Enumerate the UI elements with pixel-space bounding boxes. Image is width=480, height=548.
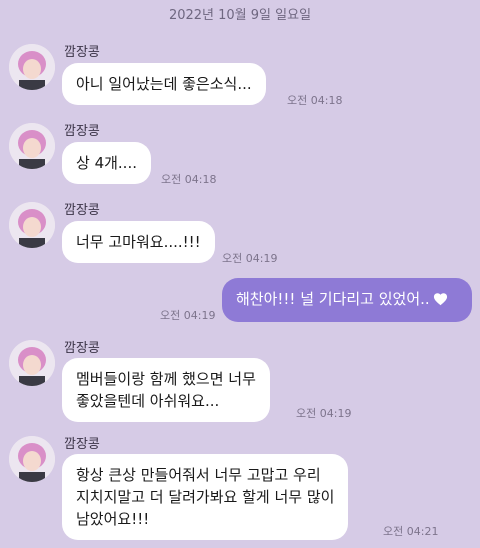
message-bubble[interactable]: 멤버들이랑 함께 했으면 너무 좋았을텐데 아쉬워요...	[62, 358, 270, 422]
message-time: 오전 04:18	[161, 173, 217, 186]
message-text: 해찬아!!! 널 기다리고 있었어..	[236, 290, 430, 308]
message-time: 오전 04:19	[222, 252, 278, 265]
message-time: 오전 04:21	[383, 525, 439, 538]
sender-name: 깜장콩	[64, 124, 100, 139]
outgoing-message-bubble[interactable]: 해찬아!!! 널 기다리고 있었어..	[222, 278, 472, 322]
message-time: 오전 04:19	[160, 309, 216, 322]
message-time: 오전 04:19	[296, 407, 352, 420]
sender-name: 깜장콩	[64, 341, 100, 356]
heart-icon	[433, 290, 448, 312]
message-bubble[interactable]: 아니 일어났는데 좋은소식...	[62, 63, 266, 105]
avatar[interactable]	[9, 436, 55, 482]
message-bubble[interactable]: 상 4개....	[62, 142, 151, 184]
message-bubble[interactable]: 항상 큰상 만들어줘서 너무 고맙고 우리 지치지말고 더 달려가봐요 할게 너…	[62, 454, 349, 540]
avatar[interactable]	[9, 44, 55, 90]
message-line: 지치지말고 더 달려가봐요 할게 너무 많이	[76, 488, 335, 506]
avatar[interactable]	[9, 123, 55, 169]
sender-name: 깜장콩	[64, 437, 100, 452]
message-line: 좋았을텐데 아쉬워요...	[76, 392, 220, 410]
message-bubble[interactable]: 너무 고마워요....!!!	[62, 221, 215, 263]
date-divider: 2022년 10월 9일 일요일	[168, 8, 312, 23]
message-time: 오전 04:18	[287, 94, 343, 107]
avatar[interactable]	[9, 202, 55, 248]
avatar[interactable]	[9, 340, 55, 386]
message-line: 남았어요!!!	[76, 510, 150, 528]
chat-window: 2022년 10월 9일 일요일 깜장콩 아니 일어났는데 좋은소식... 오전…	[0, 0, 480, 548]
sender-name: 깜장콩	[64, 45, 100, 60]
message-line: 멤버들이랑 함께 했으면 너무	[76, 370, 256, 388]
sender-name: 깜장콩	[64, 203, 100, 218]
message-line: 항상 큰상 만들어줘서 너무 고맙고 우리	[76, 466, 321, 484]
